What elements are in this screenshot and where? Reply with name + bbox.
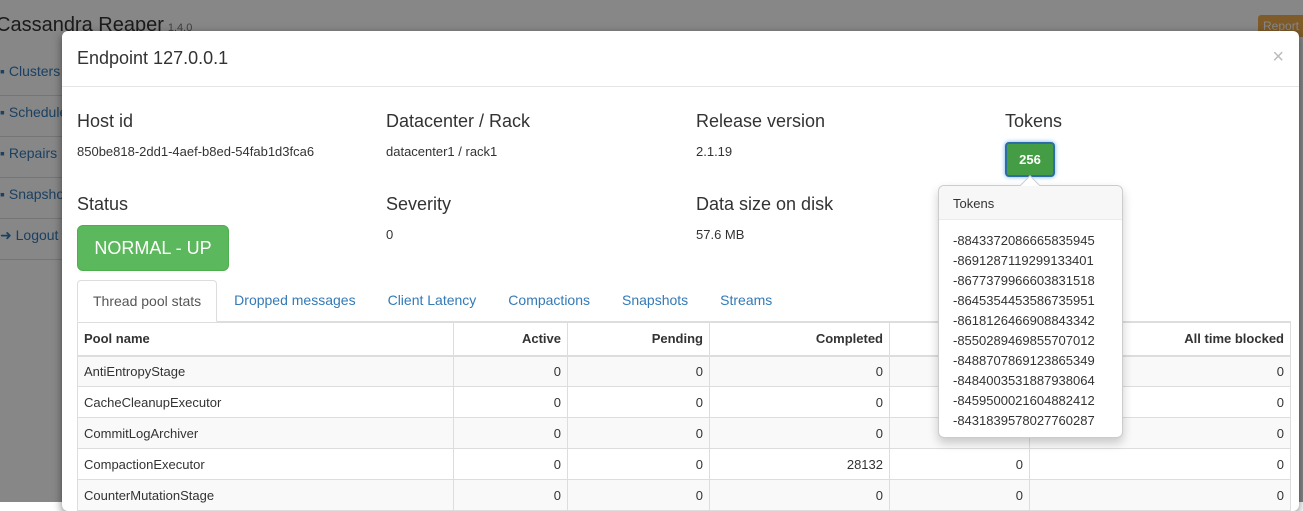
table-cell: 0 [453, 417, 568, 449]
tab-streams[interactable]: Streams [705, 280, 787, 322]
table-cell: 0 [453, 386, 568, 418]
table-cell: CacheCleanupExecutor [77, 386, 454, 418]
table-cell: CounterMutationStage [77, 479, 454, 511]
table-cell: CompactionExecutor [77, 448, 454, 480]
data-size-field: Data size on disk 57.6 MB [696, 194, 833, 242]
column-header: Pool name [77, 322, 454, 357]
tab-compactions[interactable]: Compactions [493, 280, 605, 322]
modal-header: Endpoint 127.0.0.1 [62, 31, 1299, 87]
table-cell: 0 [453, 479, 568, 511]
table-cell: 0 [709, 479, 890, 511]
tab-client-latency[interactable]: Client Latency [373, 280, 492, 322]
field-label: Host id [77, 111, 134, 131]
popover-title: Tokens [939, 186, 1122, 220]
host-id-field: Host id 850be818-2dd1-4aef-b8ed-54fab1d3f… [77, 111, 314, 159]
field-value: 0 [386, 227, 394, 242]
table-cell: 0 [453, 448, 568, 480]
column-header: Pending [567, 322, 710, 357]
tokens-button[interactable]: 256 [1005, 142, 1055, 177]
token-value: -8550289469855707012 [953, 333, 1095, 348]
table-cell: 0 [1029, 448, 1291, 480]
token-value: -8691287119299133401 [953, 253, 1094, 268]
token-value: -8488707869123865349 [953, 353, 1095, 368]
tokens-field: Tokens 256 [1005, 111, 1062, 177]
table-cell: 0 [567, 386, 710, 418]
token-value: -8459500021604882412 [953, 393, 1095, 408]
token-value: -8645354453586735951 [953, 293, 1095, 308]
dc-rack-field: Datacenter / Rack datacenter1 / rack1 [386, 111, 530, 159]
table-row: CounterMutationStage 0 0 0 0 0 [77, 479, 1291, 511]
table-cell: 0 [1029, 479, 1291, 511]
field-value: 57.6 MB [696, 227, 745, 242]
token-value: -8677379966603831518 [953, 273, 1095, 288]
field-label: Datacenter / Rack [386, 111, 531, 131]
status-badge: NORMAL - UP [77, 225, 229, 271]
token-value: -8843372086665835945 [953, 233, 1095, 248]
token-value: -8618126466908843342 [953, 313, 1095, 328]
table-cell: 0 [889, 448, 1030, 480]
table-cell: 0 [709, 355, 890, 387]
token-list: -8843372086665835945 -8691287119299133401… [939, 220, 1122, 442]
field-label: Tokens [1005, 111, 1063, 131]
table-cell: 0 [567, 355, 710, 387]
field-label: Status [77, 194, 129, 214]
table-cell: AntiEntropyStage [77, 355, 454, 387]
field-label: Data size on disk [696, 194, 834, 214]
severity-field: Severity 0 [386, 194, 451, 242]
table-cell: CommitLogArchiver [77, 417, 454, 449]
release-field: Release version 2.1.19 [696, 111, 825, 159]
modal-title: Endpoint 127.0.0.1 [77, 48, 229, 68]
table-cell: 28132 [709, 448, 890, 480]
table-cell: 0 [453, 355, 568, 387]
column-header: Active [453, 322, 568, 357]
status-field: Status NORMAL - UP [77, 194, 229, 271]
table-cell: 0 [889, 479, 1030, 511]
field-value: 2.1.19 [696, 144, 733, 159]
table-cell: 0 [567, 448, 710, 480]
table-cell: 0 [567, 417, 710, 449]
tab-thread-pool-stats[interactable]: Thread pool stats [77, 280, 218, 322]
token-value: -8431839578027760287 [953, 413, 1095, 428]
field-value: 850be818-2dd1-4aef-b8ed-54fab1d3fca6 [77, 144, 315, 159]
field-label: Severity [386, 194, 452, 214]
tab-snapshots[interactable]: Snapshots [607, 280, 703, 322]
table-cell: 0 [567, 479, 710, 511]
column-header: Completed [709, 322, 890, 357]
field-value: datacenter1 / rack1 [386, 144, 498, 159]
table-row: CompactionExecutor 0 0 28132 0 0 [77, 448, 1291, 480]
tokens-popover: Tokens -8843372086665835945 -869128711929… [938, 175, 1123, 438]
table-cell: 0 [709, 386, 890, 418]
token-value: -8484003531887938064 [953, 373, 1095, 388]
table-cell: 0 [709, 417, 890, 449]
close-icon[interactable]: × [1272, 46, 1284, 69]
tab-dropped-messages[interactable]: Dropped messages [219, 280, 370, 322]
field-label: Release version [696, 111, 826, 131]
